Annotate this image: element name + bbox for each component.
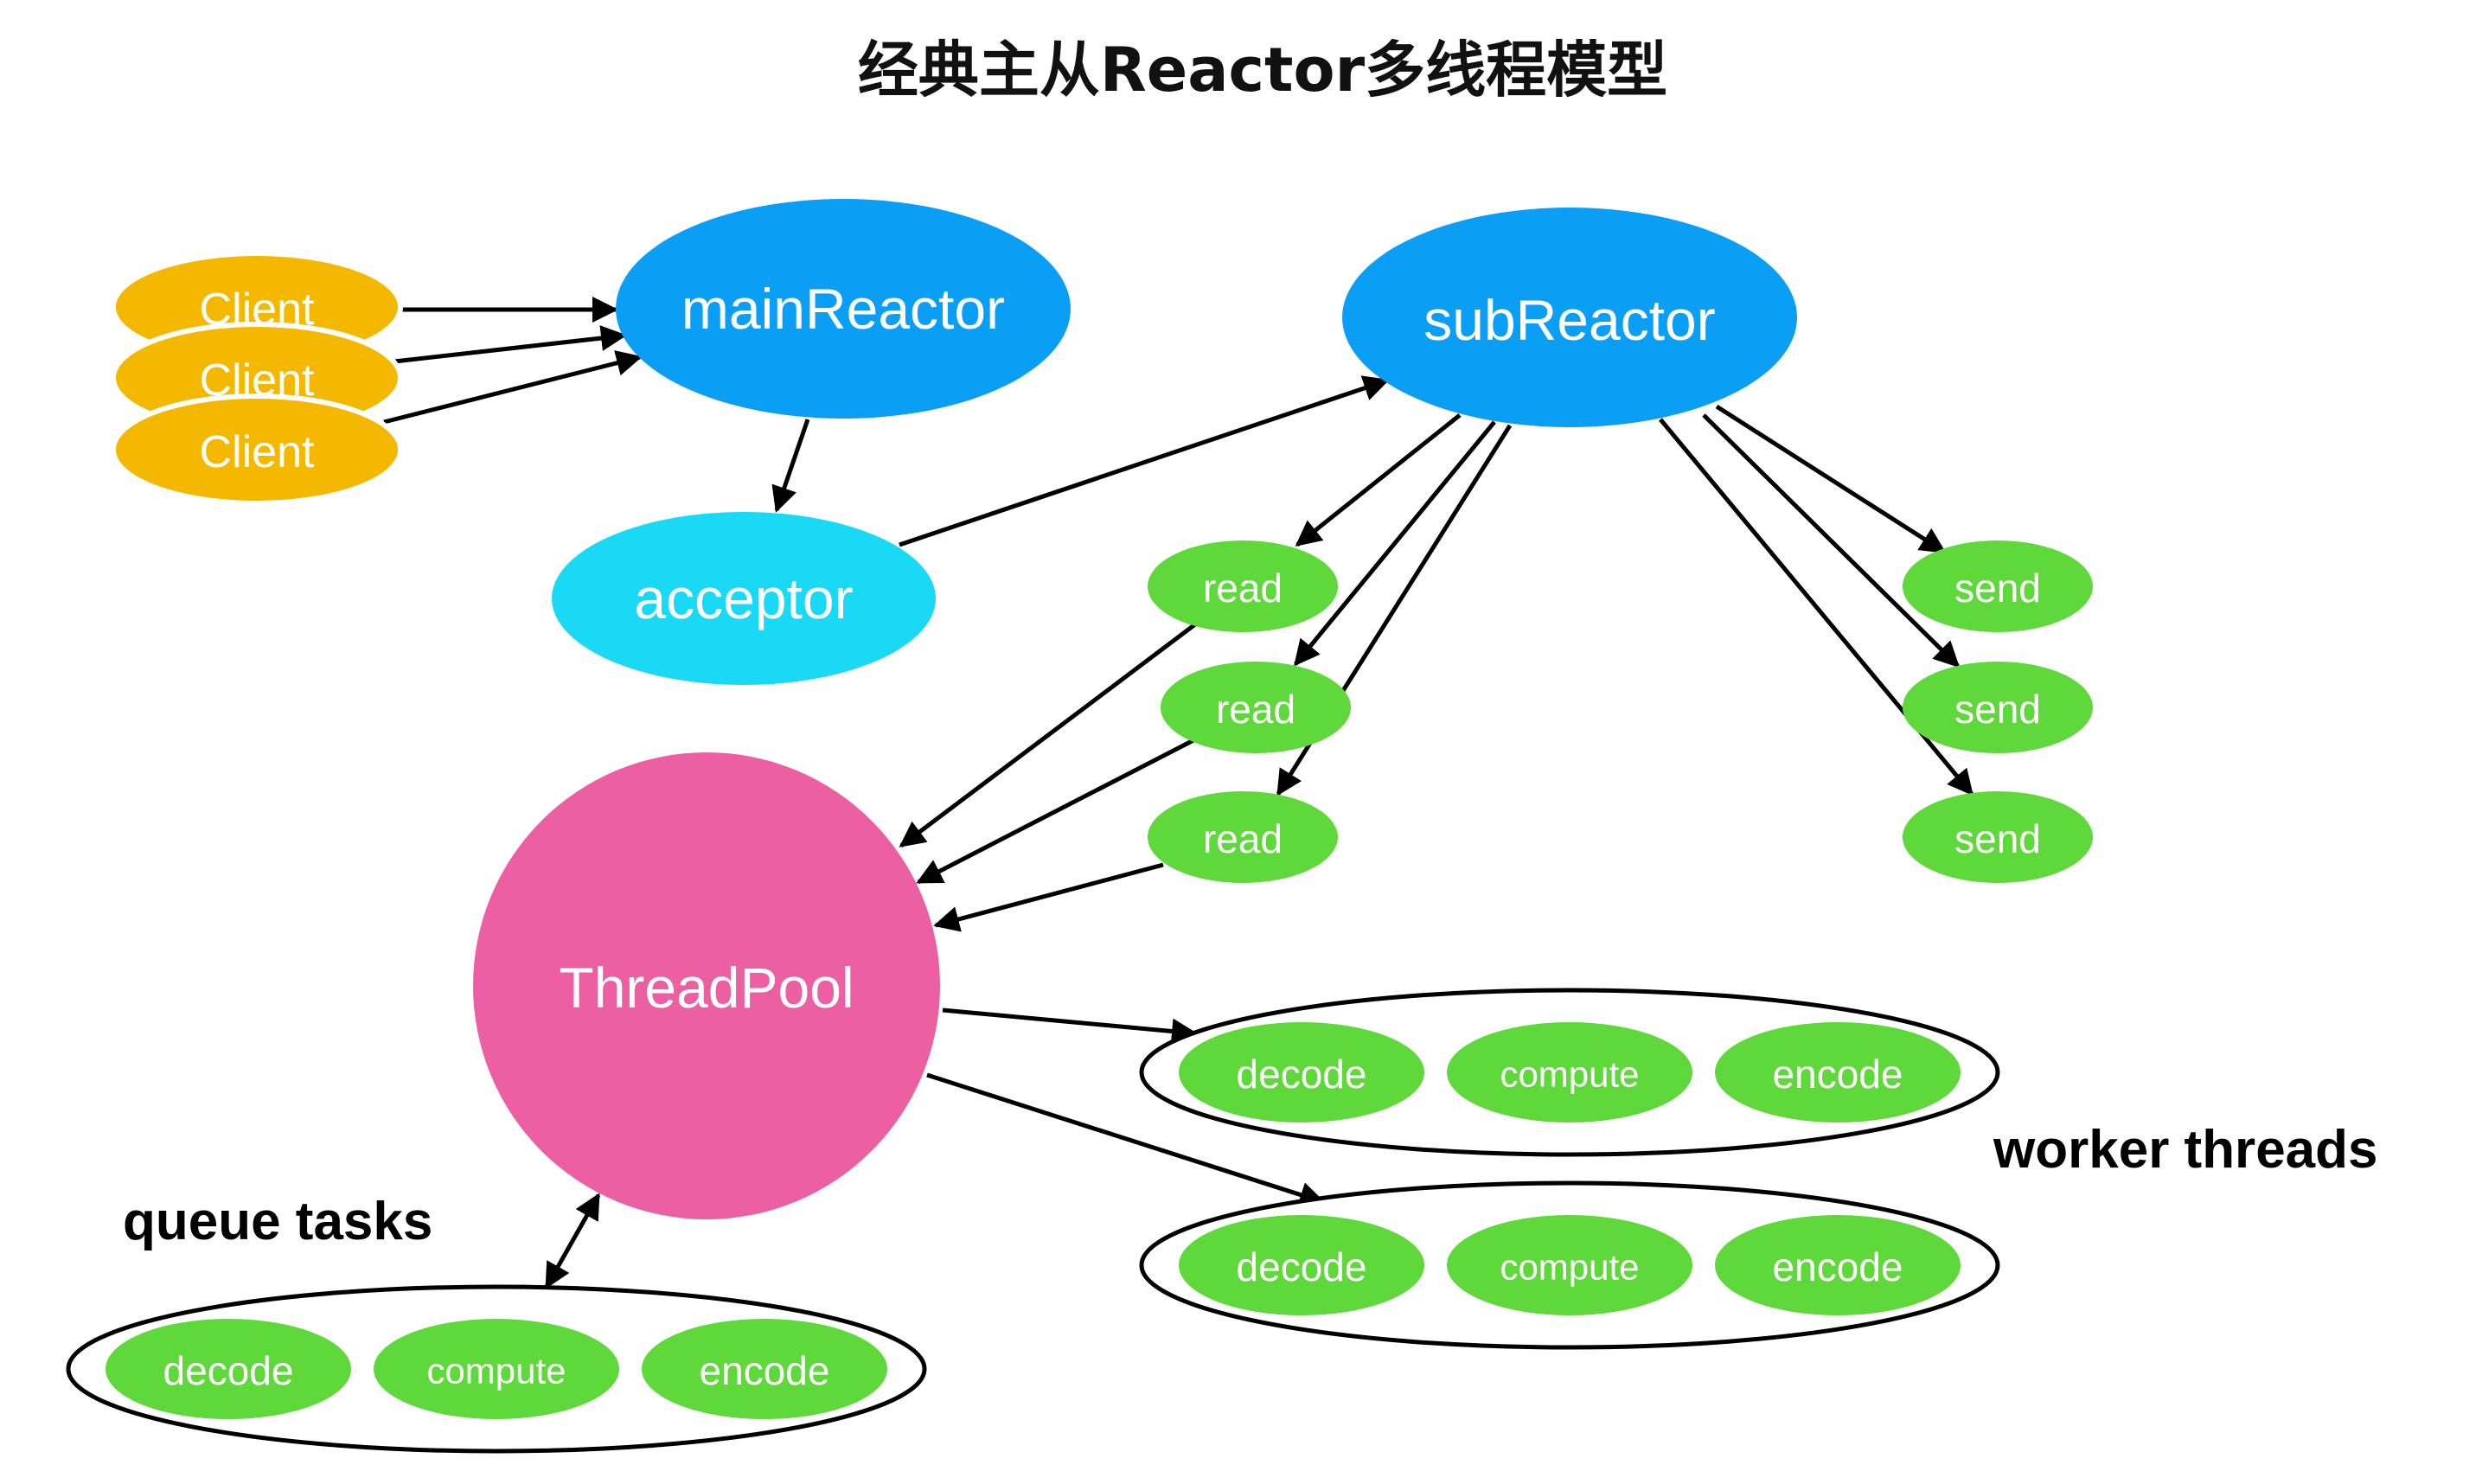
compute-label: compute (1500, 1247, 1639, 1288)
read-node-2: read (1161, 662, 1351, 753)
send-label: send (1954, 816, 2041, 861)
edge-acceptor-sub (899, 375, 1390, 547)
worker-group-1: decode compute encode (1139, 988, 2000, 1157)
edge-read3-pool (933, 862, 1164, 932)
sub-reactor-label: subReactor (1423, 288, 1716, 352)
main-reactor-label: mainReactor (681, 277, 1005, 341)
edge-sub-send2 (1702, 413, 1961, 668)
reactor-diagram: 经典主从Reactor多线程模型 Client Client Client ma… (66, 35, 2378, 1454)
edge-read2-pool (916, 737, 1197, 885)
thread-pool-node: ThreadPool (473, 752, 940, 1219)
client-node-3: Client (111, 393, 403, 506)
send-node-1: send (1903, 541, 2093, 632)
compute-label: compute (426, 1351, 566, 1391)
edge-client2-main (393, 325, 627, 364)
send-node-2: send (1903, 662, 2093, 753)
read-label: read (1203, 816, 1283, 861)
compute-label: compute (1500, 1054, 1639, 1095)
send-node-3: send (1903, 791, 2093, 883)
thread-pool-label: ThreadPool (559, 956, 854, 1020)
read-label: read (1216, 687, 1295, 732)
encode-label: encode (1773, 1052, 1903, 1097)
client-label: Client (200, 427, 315, 477)
edge-client3-main (383, 350, 643, 425)
main-reactor-node: mainReactor (616, 199, 1071, 419)
read-node-3: read (1148, 791, 1338, 883)
worker-group-2: decode compute encode (1139, 1180, 2000, 1350)
edge-read1-pool (899, 623, 1197, 848)
diagram-canvas: 经典主从Reactor多线程模型 Client Client Client ma… (0, 0, 2482, 1484)
acceptor-node: acceptor (552, 512, 936, 685)
edge-sub-read1 (1295, 413, 1462, 547)
acceptor-label: acceptor (634, 566, 853, 630)
edge-sub-read2 (1294, 420, 1496, 667)
read-node-1: read (1148, 541, 1338, 632)
encode-label: encode (1773, 1244, 1903, 1289)
decode-label: decode (1237, 1244, 1367, 1289)
send-label: send (1954, 687, 2041, 732)
decode-label: decode (163, 1348, 294, 1393)
encode-label: encode (700, 1348, 830, 1393)
sub-reactor-node: subReactor (1342, 208, 1797, 427)
send-label: send (1954, 566, 2041, 611)
queue-group: decode compute encode (66, 1284, 927, 1454)
edge-pool-worker1 (942, 1007, 1198, 1045)
worker-threads-caption: worker threads (1993, 1120, 2378, 1180)
edge-main-acceptor (771, 419, 810, 513)
diagram-title: 经典主从Reactor多线程模型 (858, 35, 1667, 106)
queue-tasks-caption: queue tasks (123, 1192, 432, 1251)
edge-pool-queue (544, 1193, 601, 1289)
decode-label: decode (1237, 1052, 1367, 1097)
read-label: read (1203, 566, 1283, 611)
